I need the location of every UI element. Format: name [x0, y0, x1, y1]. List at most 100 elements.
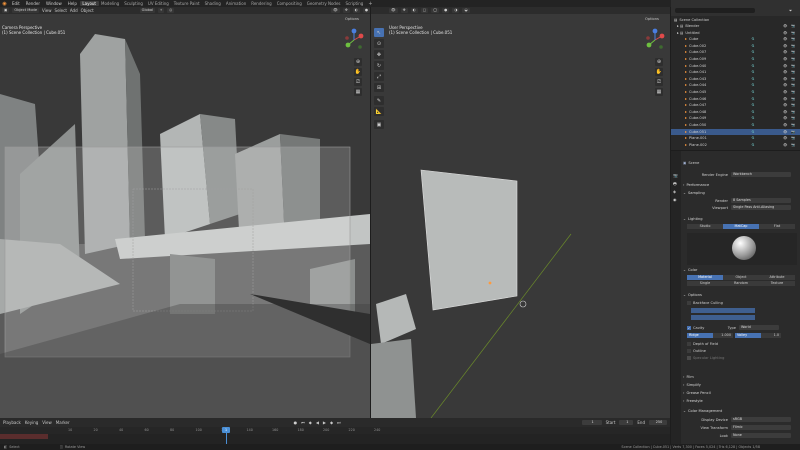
- render-visibility-icon[interactable]: 📷: [791, 37, 795, 41]
- outliner-object-row[interactable]: Cube.045 ⚗ 👁 📷: [671, 89, 800, 95]
- outliner-object-row[interactable]: Cube.002 ⚗ 👁 📷: [671, 43, 800, 49]
- outliner-object-row[interactable]: Cube.044 ⚗ 👁 📷: [671, 82, 800, 88]
- outliner-search-input[interactable]: [675, 8, 755, 13]
- render-properties-tab-icon[interactable]: 📷: [673, 173, 678, 178]
- proportional-edit-icon[interactable]: ◎: [167, 8, 175, 13]
- render-engine-dropdown[interactable]: Workbench: [731, 172, 791, 177]
- modifier-icon[interactable]: ⚗: [751, 97, 754, 101]
- workspace-tab-scripting[interactable]: Scripting: [343, 1, 366, 6]
- depth-of-field-row[interactable]: Depth of Field: [687, 340, 797, 347]
- render-visibility-icon[interactable]: 📷: [791, 103, 795, 107]
- ridge-field[interactable]: Ridge: [687, 333, 713, 338]
- render-visibility-icon[interactable]: 📷: [791, 77, 795, 81]
- modifier-icon[interactable]: ⚗: [751, 64, 754, 68]
- color-management-section[interactable]: ⌄ Color Management: [683, 407, 800, 414]
- film-section[interactable]: › Film: [683, 373, 800, 380]
- menu-add[interactable]: Add: [70, 8, 78, 13]
- grease-pencil-section[interactable]: › Grease Pencil: [683, 389, 800, 396]
- scale-tool-icon[interactable]: ⤢: [374, 72, 384, 81]
- modifier-icon[interactable]: ⚗: [751, 103, 754, 107]
- render-visibility-icon[interactable]: 📷: [791, 64, 795, 68]
- outliner-object-row[interactable]: Cube.049 ⚗ 👁 📷: [671, 115, 800, 121]
- menu-select[interactable]: Select: [55, 8, 67, 13]
- visibility-icon[interactable]: 👁: [783, 24, 787, 28]
- workspace-tab-layout[interactable]: Layout: [79, 1, 99, 6]
- outliner-object-row[interactable]: Cube.043 ⚗ 👁 📷: [671, 76, 800, 82]
- workspace-tab-uv-editing[interactable]: UV Editing: [145, 1, 171, 6]
- jump-start-icon[interactable]: ⏮: [301, 420, 305, 425]
- visibility-icon[interactable]: 👁: [783, 143, 787, 147]
- left-3d-viewport[interactable]: Camera Perspective (1) Scene Collection …: [0, 14, 370, 418]
- valley-field[interactable]: Valley: [735, 333, 761, 338]
- shading-solid-icon[interactable]: ●: [442, 8, 450, 13]
- visibility-icon[interactable]: 👁: [783, 130, 787, 134]
- visibility-icon[interactable]: 👁: [389, 8, 398, 13]
- filter-icon[interactable]: ⏷: [789, 8, 792, 13]
- visibility-icon[interactable]: 👁: [783, 97, 787, 101]
- menu-view[interactable]: View: [42, 420, 52, 425]
- menu-help[interactable]: Help: [65, 1, 80, 6]
- viewport-samples-dropdown[interactable]: Single Pass Anti-Aliasing: [731, 205, 791, 210]
- simplify-section[interactable]: › Simplify: [683, 381, 800, 388]
- render-visibility-icon[interactable]: 📷: [791, 110, 795, 114]
- record-icon[interactable]: ●: [294, 420, 298, 425]
- shading-rendered-icon[interactable]: ◒: [462, 8, 470, 13]
- modifier-icon[interactable]: ⚗: [751, 70, 754, 74]
- render-visibility-icon[interactable]: 📷: [791, 123, 795, 127]
- modifier-icon[interactable]: ⚗: [751, 116, 754, 120]
- visibility-icon[interactable]: 👁: [783, 83, 787, 87]
- shading-wireframe-icon[interactable]: ◯: [431, 8, 440, 13]
- modifier-icon[interactable]: ⚗: [751, 110, 754, 114]
- visibility-icon[interactable]: 👁: [783, 123, 787, 127]
- render-samples-dropdown[interactable]: 8 Samples: [731, 198, 791, 203]
- modifier-icon[interactable]: ⚗: [751, 143, 754, 147]
- ridge-value[interactable]: 1.000: [713, 333, 733, 338]
- modifier-icon[interactable]: ⚗: [751, 130, 754, 134]
- menu-view[interactable]: View: [42, 8, 52, 13]
- workspace-tab-shading[interactable]: Shading: [202, 1, 223, 6]
- transform-tool-icon[interactable]: ⊞: [374, 83, 384, 92]
- frame-ruler[interactable]: [0, 427, 670, 434]
- backface-culling-checkbox[interactable]: [687, 300, 691, 305]
- visibility-icon[interactable]: 👁: [783, 77, 787, 81]
- transform-orientation-selector[interactable]: Global: [139, 8, 156, 13]
- shading-material-icon[interactable]: ◑: [452, 8, 460, 13]
- visibility-icon[interactable]: 👁: [783, 31, 787, 35]
- visibility-icon[interactable]: 👁: [783, 57, 787, 61]
- start-frame-field[interactable]: 1: [619, 420, 634, 425]
- xray-slider[interactable]: [691, 308, 755, 313]
- outliner-collection-row[interactable]: ▸ ▤ Untitled 👁 📷: [671, 30, 800, 36]
- view-transform-dropdown[interactable]: Filmic: [731, 425, 791, 430]
- add-cube-tool-icon[interactable]: ▣: [374, 120, 384, 129]
- render-visibility-icon[interactable]: 📷: [791, 143, 795, 147]
- visibility-icon[interactable]: 👁: [783, 136, 787, 140]
- modifier-icon[interactable]: ⚗: [751, 136, 754, 140]
- blender-logo-icon[interactable]: ◉: [0, 1, 9, 7]
- workspace-tab-texture-paint[interactable]: Texture Paint: [171, 1, 202, 6]
- sampling-section[interactable]: ⌄ Sampling: [683, 189, 800, 196]
- color-random-button[interactable]: Random: [723, 281, 759, 286]
- menu-object[interactable]: Object: [81, 8, 94, 13]
- outliner-object-row[interactable]: Plane.002 ⚗ 👁 📷: [671, 142, 800, 148]
- menu-keying[interactable]: Keying: [25, 420, 38, 425]
- modifier-icon[interactable]: ⚗: [751, 90, 754, 94]
- lighting-studio-button[interactable]: Studio: [687, 224, 723, 229]
- pan-hand-icon[interactable]: ✋: [354, 68, 362, 76]
- navigation-gizmo-icon[interactable]: [342, 28, 366, 52]
- outliner-object-row[interactable]: Cube.051 ⚗ 👁 📷: [671, 128, 800, 135]
- modifier-icon[interactable]: ⚗: [751, 37, 754, 41]
- render-visibility-icon[interactable]: 📷: [791, 83, 795, 87]
- next-keyframe-icon[interactable]: ◆: [330, 420, 333, 425]
- zoom-icon[interactable]: ⊕: [354, 58, 362, 66]
- color-texture-button[interactable]: Texture: [759, 281, 795, 286]
- gizmo-icon[interactable]: ✥: [342, 8, 350, 13]
- outliner-object-row[interactable]: Cube.041 ⚗ 👁 📷: [671, 69, 800, 75]
- perspective-toggle-icon[interactable]: ▦: [655, 88, 663, 96]
- cavity-checkbox[interactable]: ✓: [687, 325, 691, 330]
- overlay-icon[interactable]: ◐: [352, 8, 360, 13]
- workspace-tab-compositing[interactable]: Compositing: [274, 1, 304, 6]
- outliner-collection-row[interactable]: ▸ ▤ Blender 👁 📷: [671, 23, 800, 29]
- render-visibility-icon[interactable]: 📷: [791, 130, 795, 134]
- mode-selector[interactable]: Object Mode: [12, 8, 40, 13]
- shading-solid-icon[interactable]: ●: [362, 8, 370, 13]
